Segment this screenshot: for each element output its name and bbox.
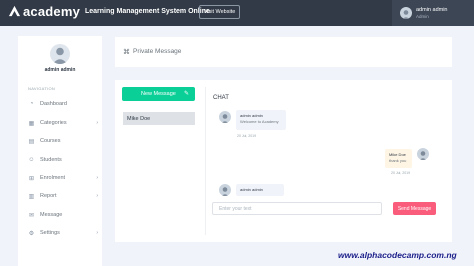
pencil-icon: ✎: [183, 91, 189, 97]
sidebar-item-report[interactable]: ▥ Report ›: [28, 191, 98, 201]
message-icon: ✉: [28, 212, 35, 219]
sidebar-item-label: Courses: [40, 138, 61, 144]
chevron-right-icon: ›: [96, 230, 98, 236]
message-time: 20 Jul, 2019: [391, 171, 411, 175]
sidebar-item-label: Dashboard: [40, 101, 67, 107]
panel-divider: [205, 87, 206, 235]
sidebar-item-courses[interactable]: ▤ Courses: [28, 136, 98, 146]
send-message-button[interactable]: Send Message: [393, 202, 436, 215]
private-message-card: New Message ✎ Mike Doe CHAT admin admin …: [115, 80, 452, 242]
user-name: admin admin: [416, 7, 448, 13]
sidebar-item-dashboard[interactable]: ◔ Dashboard: [28, 99, 98, 109]
apps-icon: ⌘: [123, 49, 130, 56]
avatar: [400, 7, 412, 19]
academy-logo[interactable]: academy: [8, 4, 80, 19]
dashboard-icon: ◔: [29, 101, 34, 107]
message-sender: admin admin: [240, 187, 263, 192]
chevron-right-icon: ›: [96, 120, 98, 126]
nav-heading: NAVIGATION: [28, 86, 56, 91]
avatar: [219, 184, 231, 196]
report-icon: ▥: [28, 193, 35, 200]
sidebar-item-students[interactable]: ☺ Students: [28, 155, 98, 165]
profile-name: admin admin: [44, 67, 76, 73]
user-menu[interactable]: admin admin Admin: [392, 0, 474, 26]
sidebar-item-enrolment[interactable]: ⊞ Enrolment ›: [28, 173, 98, 183]
chat-bubble: admin admin: [236, 184, 284, 196]
chevron-right-icon: ›: [96, 175, 98, 181]
sidebar-item-label: Settings: [40, 230, 60, 236]
chat-heading: CHAT: [213, 95, 229, 101]
profile-avatar: [50, 44, 70, 64]
avatar: [219, 111, 231, 123]
sidebar-item-label: Message: [40, 212, 63, 218]
message-sender: Mike Doe: [389, 152, 406, 157]
top-bar: academy Learning Management System Onlin…: [0, 0, 474, 26]
logo-text: academy: [23, 4, 81, 19]
sidebar-item-label: Students: [40, 157, 62, 163]
watermark: www.alphacodecamp.com.ng: [338, 250, 457, 260]
user-role: Admin: [416, 14, 429, 19]
message-text: thank you: [389, 158, 407, 163]
sidebar-item-categories[interactable]: ▦ Categories ›: [28, 118, 98, 128]
sidebar-item-label: Categories: [40, 120, 67, 126]
enrolment-icon: ⊞: [28, 175, 35, 182]
courses-icon: ▤: [28, 138, 35, 145]
settings-icon: ⚙: [28, 230, 35, 237]
message-text: Welcome to Academy: [240, 119, 279, 124]
chat-bubble: admin admin Welcome to Academy: [236, 110, 286, 130]
new-message-button[interactable]: New Message ✎: [122, 87, 195, 101]
sidebar-item-label: Report: [40, 193, 57, 199]
message-input[interactable]: Enter your text: [212, 202, 382, 215]
visit-website-button[interactable]: Visit Website: [199, 5, 240, 19]
contact-item[interactable]: Mike Doe: [123, 112, 195, 125]
page-title: Private Message: [133, 48, 182, 55]
system-title: Learning Management System Online: [85, 8, 210, 15]
chat-bubble: Mike Doe thank you: [385, 149, 412, 168]
students-icon: ☺: [28, 157, 35, 163]
logo-mark-icon: [8, 5, 21, 17]
avatar: [417, 148, 429, 160]
sidebar-item-settings[interactable]: ⚙ Settings ›: [28, 228, 98, 238]
message-sender: admin admin: [240, 113, 263, 118]
categories-icon: ▦: [28, 120, 35, 127]
sidebar-item-message[interactable]: ✉ Message: [28, 210, 98, 220]
new-message-label: New Message: [141, 91, 176, 97]
chevron-right-icon: ›: [96, 193, 98, 199]
page-header: ⌘ Private Message: [115, 37, 452, 67]
sidebar-item-label: Enrolment: [40, 175, 66, 181]
sidebar: admin admin NAVIGATION ◔ Dashboard ▦ Cat…: [18, 36, 102, 266]
message-time: 20 Jul, 2019: [237, 134, 257, 138]
